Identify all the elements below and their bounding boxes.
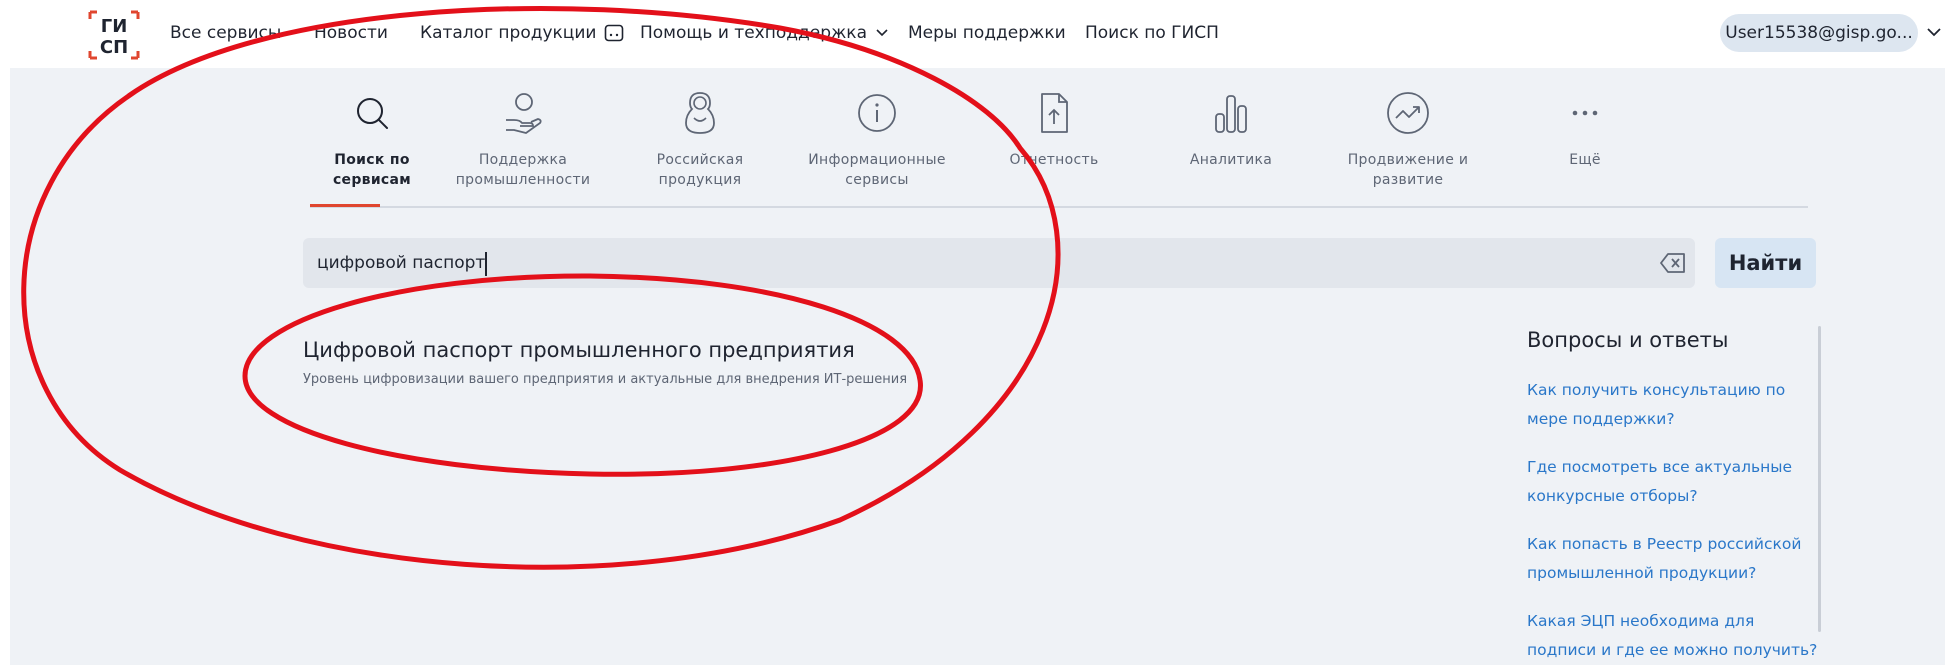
nav-label: Меры поддержки [908,23,1066,43]
faq-item[interactable]: Как получить консультацию по мере поддер… [1527,376,1827,434]
tab-label: Ещё [1569,152,1601,168]
nav-label: Новости [314,23,388,43]
user-account-button[interactable]: User15538@gisp.go... [1720,14,1918,52]
tab-reporting[interactable]: Отчетность [979,84,1129,208]
text-caret [485,252,487,276]
matryoshka-icon [685,92,715,134]
find-button[interactable]: Найти [1715,238,1816,288]
faq-list: Как получить консультацию по мере поддер… [1527,376,1827,665]
tab-analytics[interactable]: Аналитика [1156,84,1306,208]
catalog-bot-icon [605,24,624,42]
nav-label: Помощь и техподдержка [640,23,867,43]
search-input[interactable] [317,238,1617,288]
nav-label: Все сервисы [170,23,282,43]
search-box [303,238,1695,288]
nav-product-catalog[interactable]: Каталог продукции [420,23,624,43]
faq-item[interactable]: Как попасть в Реестр российской промышле… [1527,530,1827,588]
tab-label: Аналитика [1189,152,1273,168]
tab-label: Продвижение и развитие [1347,152,1469,188]
faq-item[interactable]: Какая ЭЦП необходима для подписи и где е… [1527,607,1827,665]
nav-label: Поиск по ГИСП [1085,23,1219,43]
nav-label: Каталог продукции [420,23,597,43]
nav-support-measures[interactable]: Меры поддержки [908,23,1066,43]
clear-input-icon[interactable] [1659,251,1687,275]
tab-label: Отчетность [1009,152,1099,168]
nav-news[interactable]: Новости [314,23,388,43]
trend-up-icon [1387,92,1429,134]
tab-russian-products[interactable]: Российская продукция [625,84,775,208]
chevron-down-icon[interactable] [1926,24,1942,40]
chevron-down-icon [876,29,888,37]
tab-label: Информационные сервисы [808,152,946,188]
tab-label: Поиск по сервисам [332,152,412,188]
tab-label: Поддержка промышленности [455,152,591,188]
service-tabs: Поиск по сервисам Поддержка промышленнос… [297,84,1809,208]
gisp-logo[interactable]: ГИ СП [88,10,140,60]
search-result-title[interactable]: Цифровой паспорт промышленного предприят… [303,338,855,362]
info-icon [858,94,896,132]
tab-promotion[interactable]: Продвижение и развитие [1333,84,1483,208]
nav-help-support[interactable]: Помощь и техподдержка [640,23,889,43]
logo-text-bottom: СП [100,37,128,58]
active-tab-indicator [310,204,380,207]
nav-all-services[interactable]: Все сервисы [170,23,281,43]
faq-title: Вопросы и ответы [1527,328,1729,352]
support-hand-icon [506,93,542,134]
header: ГИ СП Все сервисы Новости Каталог продук… [0,0,1945,68]
search-result-description: Уровень цифровизации вашего предприятия … [303,372,908,387]
nav-gisp-search[interactable]: Поиск по ГИСП [1085,23,1219,43]
logo-text-top: ГИ [101,16,128,37]
faq-item[interactable]: Где посмотреть все актуальные конкурсные… [1527,453,1827,511]
bar-chart-icon [1215,95,1247,133]
report-upload-icon [1041,93,1068,133]
faq-scrollbar[interactable] [1818,326,1821,632]
more-dots-icon [1572,110,1598,116]
tab-search-services[interactable]: Поиск по сервисам [297,84,447,208]
tab-info-services[interactable]: Информационные сервисы [802,84,952,208]
search-icon [357,98,388,129]
tab-industry-support[interactable]: Поддержка промышленности [448,84,598,208]
tab-label: Российская продукция [656,152,744,188]
tabs-divider [310,206,1808,208]
tab-more[interactable]: Ещё [1510,84,1660,208]
user-email: User15538@gisp.go... [1725,23,1913,43]
